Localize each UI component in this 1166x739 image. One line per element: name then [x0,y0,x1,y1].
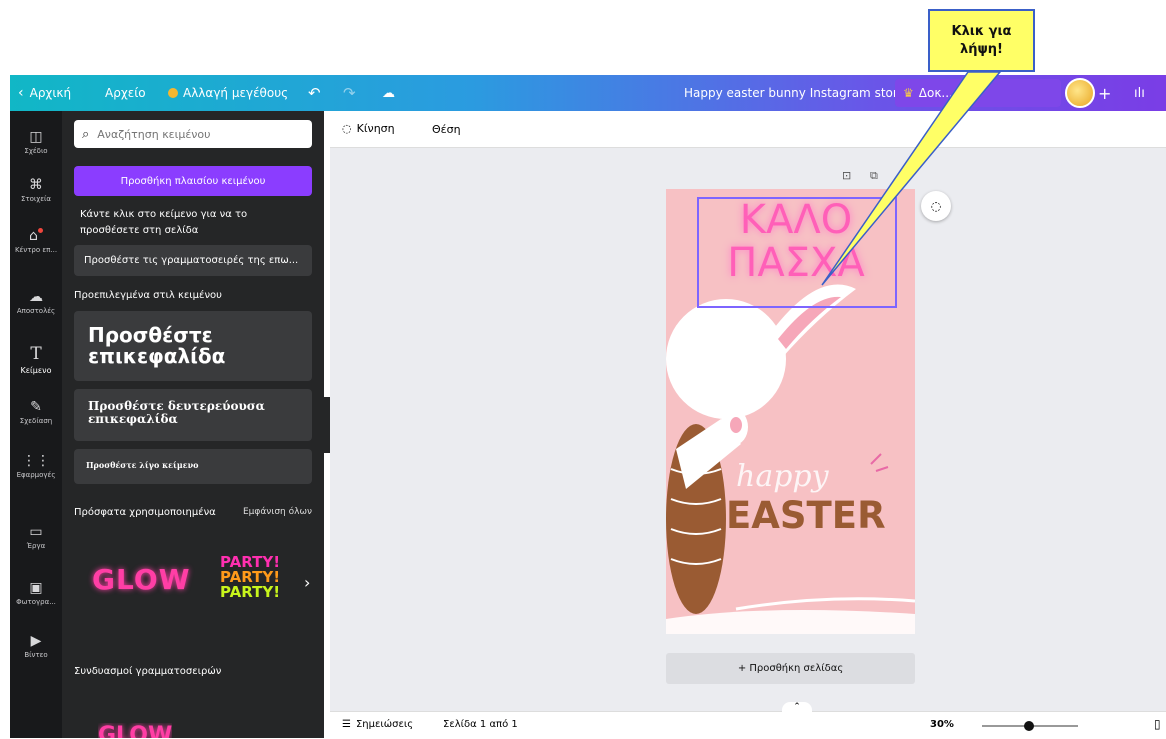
default-styles-heading: Προεπιλεγμένα στιλ κειμένου [74,290,222,301]
duplicate-icon[interactable]: ⧉ [870,169,878,183]
rail-projects[interactable]: ▭ Έργα [10,524,62,550]
apps-icon: ⋮⋮ [22,453,50,469]
lock-icon[interactable]: ⊡ [842,169,851,182]
subheading-style[interactable]: Προσθέστε δευτερεύουσα επικεφαλίδα [74,389,312,441]
layout-icon: ◫ [29,129,43,145]
heading-style[interactable]: Προσθέστε επικεφαλίδα [74,311,312,381]
font-combos-heading: Συνδυασμοί γραμματοσειρών [74,666,222,677]
resize-button[interactable]: Αλλαγή μεγέθους [168,75,288,111]
rail-brand[interactable]: ⌂ Κέντρο επ... [10,228,62,254]
recent-party-style[interactable]: PARTY! PARTY! PARTY! [220,555,280,600]
avatar[interactable] [1065,75,1095,111]
search-input[interactable] [95,126,300,142]
download-callout: Κλικ για λήψη! [928,9,1035,72]
zoom-slider[interactable] [982,721,1078,731]
recent-glow-style[interactable]: GLOW [92,563,191,596]
add-collaborator-button[interactable]: + [1098,75,1111,111]
rail-apps[interactable]: ⋮⋮ Εφαρμογές [10,453,62,479]
page-indicator[interactable]: Σελίδα 1 από 1 [443,719,518,730]
rail-uploads[interactable]: ☁ Αποστολές [10,289,62,315]
rail-design[interactable]: ◫ Σχέδιο [10,129,62,155]
home-button[interactable]: ‹ Αρχική [18,75,71,111]
add-textbox-button[interactable]: Προσθήκη πλαισίου κειμένου [74,166,312,196]
photo-icon: ▣ [29,580,43,596]
search-icon: ⌕ [82,126,90,142]
add-page-button[interactable]: + Προσθήκη σελίδας [666,653,915,684]
zoom-slider-knob[interactable] [1024,721,1034,731]
try-pro-button[interactable]: ♛ Δοκ... Pro [895,79,1061,107]
add-comment-icon[interactable]: ◌ [921,191,951,221]
selection-box[interactable] [697,197,897,308]
top-toolbar: ‹ Αρχική Αρχείο Αλλαγή μεγέθους ↶ ↷ ☁ Ha… [10,75,1166,111]
video-icon: ▶ [30,633,42,649]
bottom-bar: ☰ Σημειώσεις Σελίδα 1 από 1 ⌃ 30% ▯ [330,702,1166,739]
notes-button[interactable]: ☰ Σημειώσεις [342,719,413,730]
design-title[interactable]: Happy easter bunny Instagram story [684,75,905,111]
crown-icon: ♛ [903,86,914,100]
chevron-right-icon[interactable]: › [304,573,310,592]
recent-heading: Πρόσφατα χρησιμοποιημένα [74,507,216,518]
chevron-left-icon: ‹ [18,85,24,101]
cloud-save-icon[interactable]: ☁ [382,75,395,111]
crown-icon [168,88,178,98]
motion-button[interactable]: ◌ Κίνηση [342,122,395,135]
side-rail: ◫ Σχέδιο ⌘ Στοιχεία ⌂ Κέντρο επ... ☁ Αποστολ… [10,111,62,738]
combo-glow-style[interactable]: GLOW [98,723,172,738]
brand-icon: ⌂ [10,228,62,244]
notes-icon: ☰ [342,719,351,730]
motion-icon: ◌ [342,122,352,135]
see-all-link[interactable]: Εμφάνιση όλων [243,507,312,517]
page-count-icon[interactable]: ▯ [1154,717,1161,731]
design-happy[interactable]: happy [736,459,829,494]
text-panel: ⌕ Προσθήκη πλαισίου κειμένου Κάντε κλικ … [62,111,324,738]
rail-photos[interactable]: ▣ Φωτογρα... [10,580,62,606]
text-icon: T [30,344,42,364]
upload-icon: ☁ [29,289,43,305]
rail-text[interactable]: T Κείμενο [10,344,62,375]
rail-videos[interactable]: ▶ Βίντεο [10,633,62,659]
file-menu[interactable]: Αρχείο [105,75,146,111]
brand-fonts-button[interactable]: Προσθέστε τις γραμματοσειρές της επω... [74,245,312,276]
insights-icon[interactable]: ılı [1134,75,1145,111]
draw-icon: ✎ [30,399,42,415]
folder-icon: ▭ [29,524,43,540]
redo-icon[interactable]: ↷ [343,75,356,111]
design-easter[interactable]: EASTER [726,494,886,537]
body-style[interactable]: Προσθέστε λίγο κείμενο [74,449,312,484]
zoom-value[interactable]: 30% [930,719,954,730]
position-button[interactable]: Θέση [432,123,461,136]
search-box[interactable]: ⌕ [74,120,312,148]
undo-icon[interactable]: ↶ [308,75,321,111]
hint-text: Κάντε κλικ στο κείμενο για να το προσθέσ… [80,209,248,236]
show-pages-chevron[interactable]: ⌃ [782,702,812,714]
context-toolbar: ◌ Κίνηση Θέση [330,111,1166,148]
rail-draw[interactable]: ✎ Σχεδίαση [10,399,62,425]
shapes-icon: ⌘ [29,177,43,193]
rail-elements[interactable]: ⌘ Στοιχεία [10,177,62,203]
